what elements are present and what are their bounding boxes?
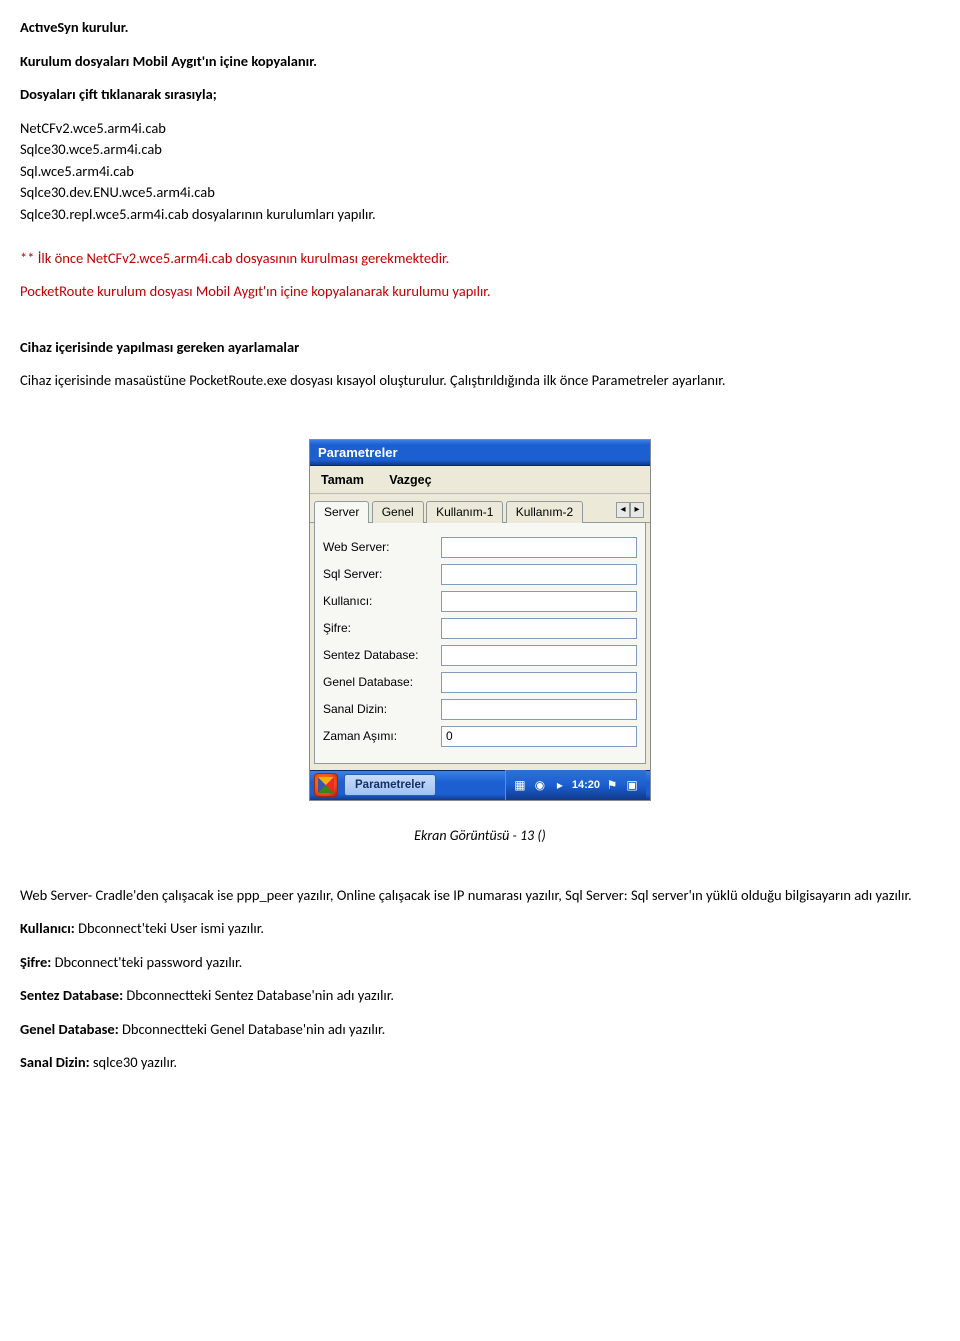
input-sanal-dizin[interactable]: [441, 699, 637, 720]
label-sentez-db: Sentez Database:: [323, 648, 441, 662]
tray-separator-icon: ▸: [552, 777, 568, 793]
heading-device-settings: Cihaz içerisinde yapılması gereken ayarl…: [20, 338, 940, 358]
file-item: NetCFv2.wce5.arm4i.cab: [20, 119, 940, 139]
tab-spin: ◂ ▸: [616, 502, 646, 518]
tab-server[interactable]: Server: [314, 501, 369, 523]
figure-caption: Ekran Görüntüsü - 13 (): [20, 827, 940, 846]
taskbar: Parametreler ▦ ◉ ▸ 14:20 ⚑ ▣: [310, 770, 650, 800]
label-kullanici-bold: Kullanıcı:: [20, 919, 75, 937]
window-titlebar: Parametreler: [310, 440, 650, 466]
label-sentez-bold: Sentez Database:: [20, 986, 123, 1004]
warning-pocketroute: PocketRoute kurulum dosyası Mobil Aygıt'…: [20, 282, 940, 302]
input-web-server[interactable]: [441, 537, 637, 558]
form-panel: Web Server: Sql Server: Kullanıcı: Şifre…: [314, 523, 646, 764]
tray-monitor-icon[interactable]: ▦: [512, 777, 528, 793]
text-sifre: Şifre: Dbconnect'teki password yazılır.: [20, 953, 940, 973]
app-window: Parametreler Tamam Vazgeç Server Genel K…: [309, 439, 651, 801]
text-web-sql-explain: Web Server- Cradle'den çalışacak ise ppp…: [20, 886, 940, 906]
file-item: Sqlce30.dev.ENU.wce5.arm4i.cab: [20, 183, 940, 203]
menu-tamam[interactable]: Tamam: [310, 469, 375, 493]
label-zaman-asimi: Zaman Aşımı:: [323, 729, 441, 743]
tab-scroll-right[interactable]: ▸: [630, 502, 644, 518]
text-kullanici: Kullanıcı: Dbconnect'teki User ismi yazı…: [20, 919, 940, 939]
file-item: Sqlce30.wce5.arm4i.cab: [20, 140, 940, 160]
menu-bar: Tamam Vazgeç: [310, 466, 650, 494]
text-sentez-db: Sentez Database: Dbconnectteki Sentez Da…: [20, 986, 940, 1006]
text-kullanici-body: Dbconnect'teki User ismi yazılır.: [75, 919, 264, 937]
label-password: Şifre:: [323, 621, 441, 635]
system-tray: ▦ ◉ ▸ 14:20 ⚑ ▣: [505, 770, 646, 800]
text-sentez-body: Dbconnectteki Sentez Database'nin adı ya…: [123, 986, 394, 1004]
label-sanal-dizin: Sanal Dizin:: [323, 702, 441, 716]
tray-flag-icon[interactable]: ⚑: [604, 777, 620, 793]
tray-network-icon[interactable]: ◉: [532, 777, 548, 793]
text-sifre-body: Dbconnect'teki password yazılır.: [51, 953, 242, 971]
label-web-server: Web Server:: [323, 540, 441, 554]
tab-scroll-left[interactable]: ◂: [616, 502, 630, 518]
input-user[interactable]: [441, 591, 637, 612]
input-sql-server[interactable]: [441, 564, 637, 585]
input-genel-db[interactable]: [441, 672, 637, 693]
text-genel-db: Genel Database: Dbconnectteki Genel Data…: [20, 1020, 940, 1040]
heading-files: Dosyaları çift tıklanarak sırasıyla;: [20, 85, 940, 105]
taskbar-app-parametreler[interactable]: Parametreler: [344, 774, 436, 796]
heading-copy: Kurulum dosyaları Mobil Aygıt'ın içine k…: [20, 52, 940, 72]
tab-strip: Server Genel Kullanım-1 Kullanım-2 ◂ ▸: [310, 494, 650, 523]
label-sifre-bold: Şifre:: [20, 953, 51, 971]
input-sentez-db[interactable]: [441, 645, 637, 666]
heading-activesyn: ActıveSyn kurulur.: [20, 18, 940, 38]
menu-vazgec[interactable]: Vazgeç: [378, 469, 442, 493]
text-sanal-dizin: Sanal Dizin: sqlce30 yazılır.: [20, 1053, 940, 1073]
label-user: Kullanıcı:: [323, 594, 441, 608]
label-sql-server: Sql Server:: [323, 567, 441, 581]
input-zaman-asimi[interactable]: 0: [441, 726, 637, 747]
start-button-icon[interactable]: [314, 773, 338, 797]
text-genel-body: Dbconnectteki Genel Database'nin adı yaz…: [119, 1020, 386, 1038]
label-sanal-bold: Sanal Dizin:: [20, 1053, 90, 1071]
tab-kullanim-1[interactable]: Kullanım-1: [426, 501, 503, 523]
file-item: Sql.wce5.arm4i.cab: [20, 162, 940, 182]
tray-show-desktop-icon[interactable]: ▣: [624, 777, 640, 793]
label-genel-bold: Genel Database:: [20, 1020, 119, 1038]
tab-kullanim-2[interactable]: Kullanım-2: [506, 501, 583, 523]
file-list: NetCFv2.wce5.arm4i.cab Sqlce30.wce5.arm4…: [20, 119, 940, 225]
label-genel-db: Genel Database:: [323, 675, 441, 689]
input-password[interactable]: [441, 618, 637, 639]
warning-first-install: ** İlk önce NetCFv2.wce5.arm4i.cab dosya…: [20, 249, 940, 269]
file-item: Sqlce30.repl.wce5.arm4i.cab dosyalarının…: [20, 205, 940, 225]
tray-clock: 14:20: [572, 779, 600, 791]
tab-genel[interactable]: Genel: [372, 501, 424, 523]
text-sanal-body: sqlce30 yazılır.: [90, 1053, 177, 1071]
text-shortcut: Cihaz içerisinde masaüstüne PocketRoute.…: [20, 371, 940, 391]
